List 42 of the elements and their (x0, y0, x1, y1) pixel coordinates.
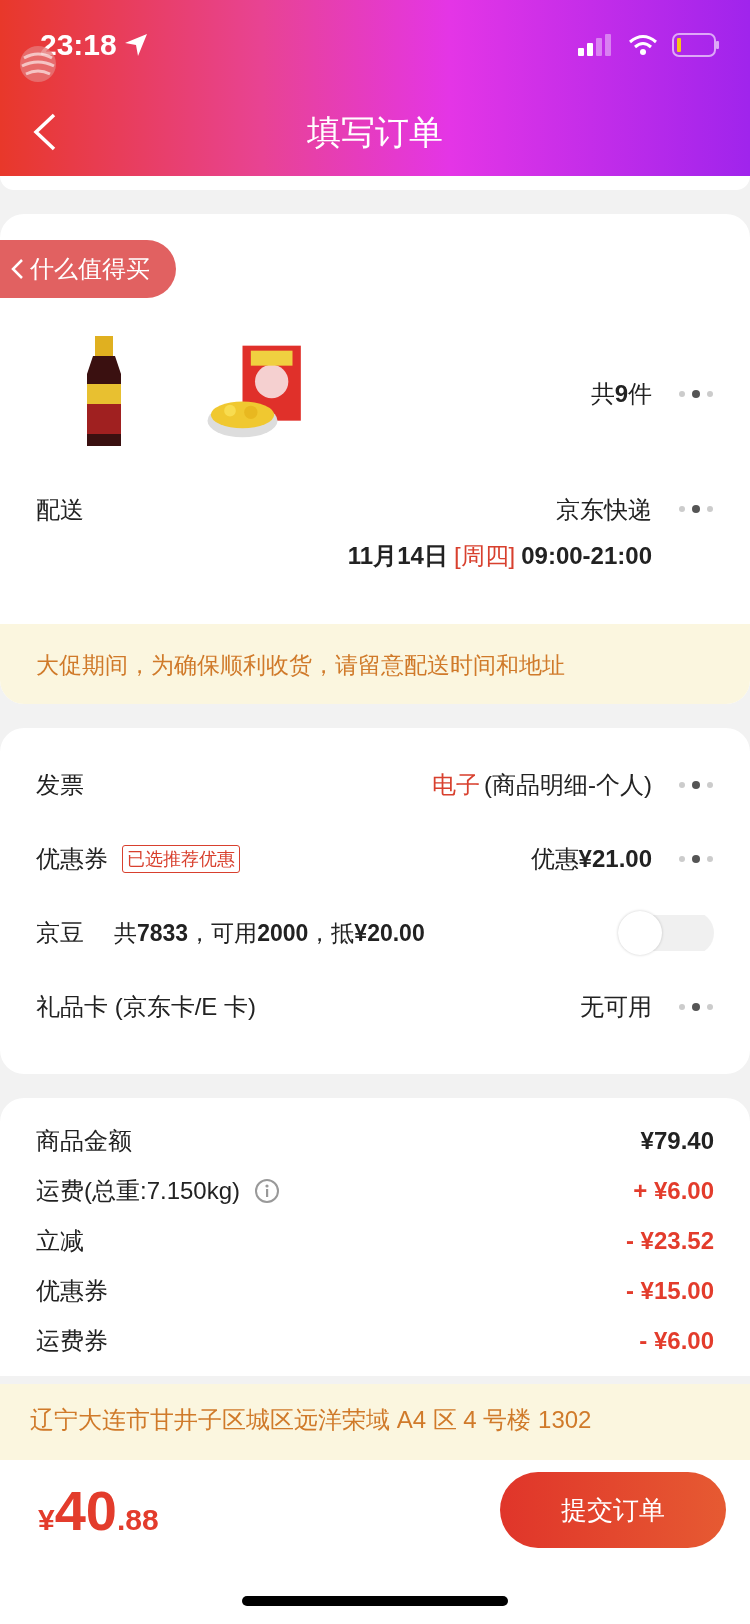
total-price: ¥40.88 (38, 1477, 159, 1543)
more-icon[interactable] (678, 1002, 714, 1012)
delivery-time: 09:00-21:00 (521, 542, 652, 570)
bean-detail: 共7833，可用2000，抵¥20.00 (114, 918, 425, 948)
row-label: 配送 (36, 495, 84, 525)
status-time: 23:18 (40, 28, 117, 62)
more-icon[interactable] (678, 854, 714, 864)
summary-amount: - ¥23.52 (625, 1227, 714, 1255)
more-icon[interactable] (678, 389, 714, 399)
summary-label: 优惠券 (36, 1276, 108, 1306)
summary-amount: ¥79.40 (640, 1127, 714, 1155)
more-icon[interactable] (678, 504, 714, 514)
back-to-app-button[interactable]: 什么值得买 (0, 240, 176, 298)
delivery-carrier: 京东快递 (556, 495, 652, 525)
row-label: 发票 (36, 770, 84, 800)
summary-label: 立减 (36, 1226, 84, 1256)
summary-label: 运费(总重:7.150kg) (36, 1176, 241, 1206)
item-count: 共9件 (590, 379, 652, 409)
address-banner: 辽宁大连市甘井子区城区远洋荣域 A4 区 4 号楼 1302 (0, 1384, 750, 1460)
row-label: 京豆 (36, 918, 84, 948)
summary-label: 商品金额 (36, 1126, 132, 1156)
delivery-date: 11月14日 (347, 541, 448, 571)
delivery-weekday: [周四] (453, 541, 516, 571)
row-label: 优惠券 (36, 844, 108, 874)
more-icon[interactable] (678, 780, 714, 790)
summary-amount: - ¥6.00 (639, 1327, 714, 1355)
notice-banner: 大促期间，为确保顺利收货，请留意配送时间和地址 (0, 624, 750, 704)
summary-amount: + ¥6.00 (633, 1177, 714, 1205)
recommend-tag: 已选推荐优惠 (122, 845, 240, 873)
row-label: 礼品卡 (京东卡/E 卡) (36, 992, 256, 1022)
row-value: 优惠¥21.00 (530, 844, 652, 874)
info-icon[interactable] (254, 1178, 281, 1204)
row-value: 无可用 (580, 992, 652, 1022)
submit-order-button[interactable]: 提交订单 (500, 1472, 726, 1548)
signal-icon (578, 34, 614, 56)
battery-icon (672, 33, 720, 57)
page-title: 填写订单 (306, 112, 444, 153)
summary-label: 运费券 (36, 1326, 108, 1356)
row-value: 电子 (商品明细-个人) (432, 770, 652, 800)
wifi-icon (628, 34, 658, 56)
chevron-icon (10, 258, 24, 280)
summary-amount: - ¥15.00 (625, 1277, 714, 1305)
